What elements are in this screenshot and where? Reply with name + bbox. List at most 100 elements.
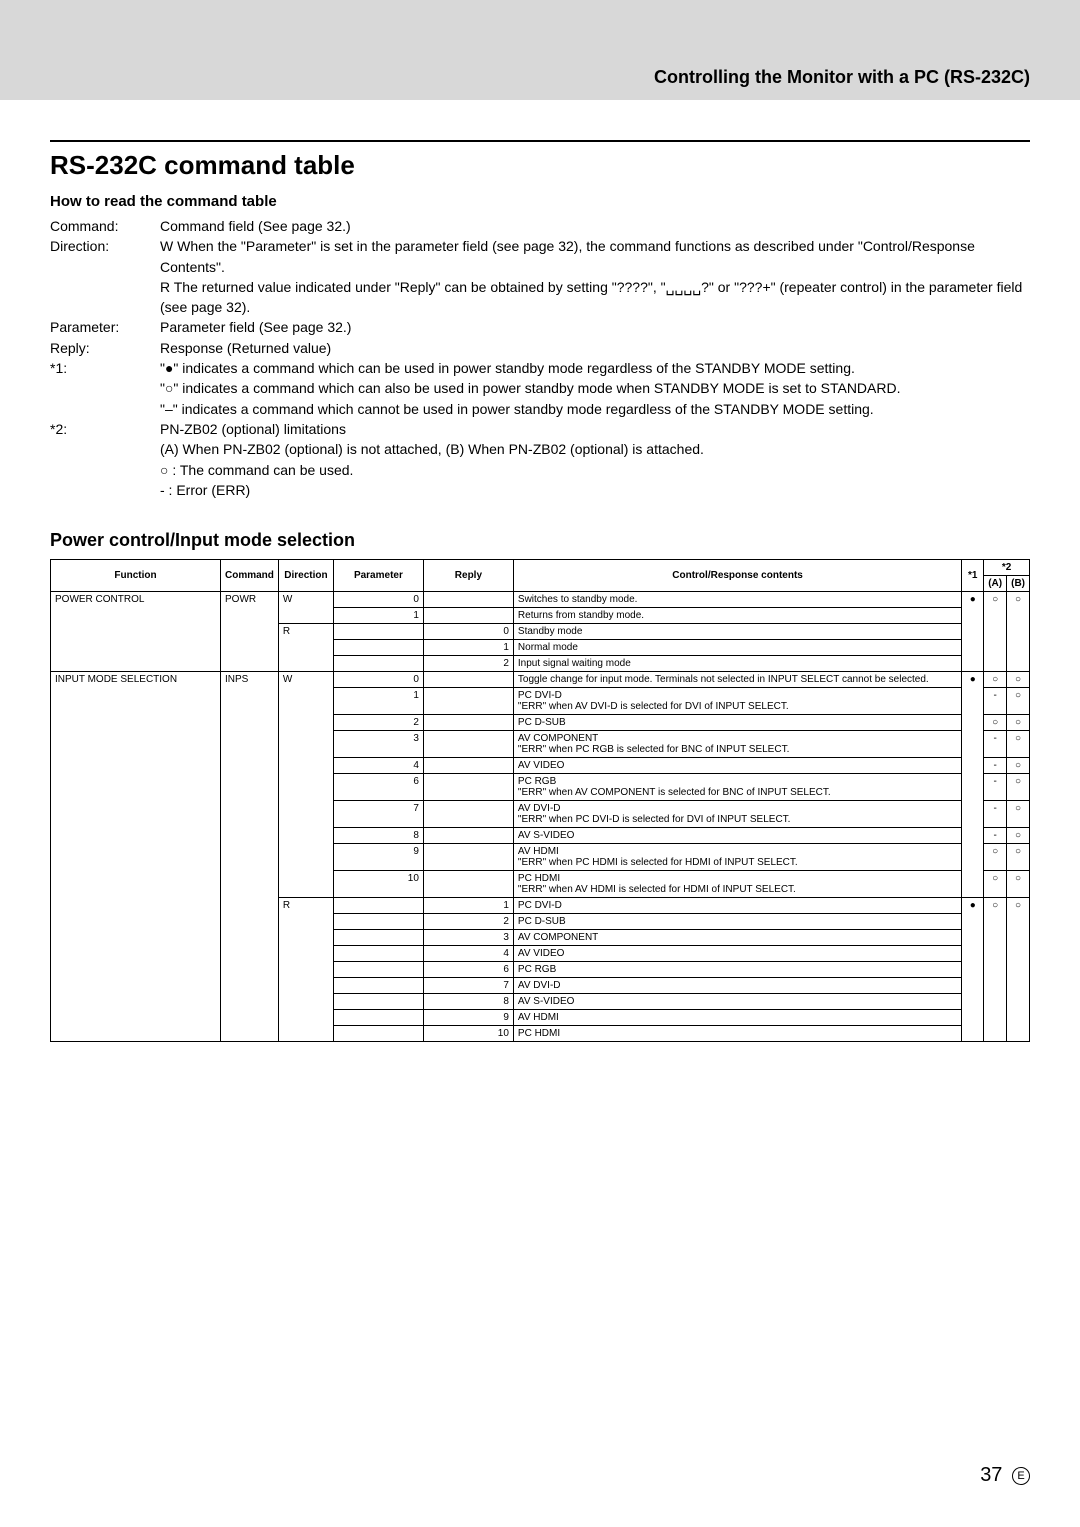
table-cell: - <box>984 758 1007 774</box>
table-cell: Switches to standby mode. <box>513 592 961 608</box>
table-cell <box>333 1026 423 1042</box>
command-table: Function Command Direction Parameter Rep… <box>50 559 1030 1042</box>
table-cell <box>333 914 423 930</box>
table-cell <box>423 608 513 624</box>
table-cell <box>423 715 513 731</box>
th-reply: Reply <box>423 560 513 592</box>
definition-label <box>50 277 160 318</box>
table-cell: - <box>984 828 1007 844</box>
definition-label: *1: <box>50 358 160 378</box>
table-cell: ○ <box>1007 828 1030 844</box>
table-cell: W <box>278 592 333 624</box>
definition-row: "–" indicates a command which cannot be … <box>50 399 1030 419</box>
table-cell: ○ <box>1007 592 1030 672</box>
table-cell: 1 <box>333 608 423 624</box>
table-cell: PC D-SUB <box>513 715 961 731</box>
definition-label: Command: <box>50 216 160 236</box>
table-cell <box>333 946 423 962</box>
table-cell: PC D-SUB <box>513 914 961 930</box>
table-cell <box>423 844 513 871</box>
table-cell: 6 <box>423 962 513 978</box>
table-cell: Input signal waiting mode <box>513 656 961 672</box>
table-cell: PC RGB"ERR" when AV COMPONENT is selecte… <box>513 774 961 801</box>
table-cell: ○ <box>984 715 1007 731</box>
howto-heading: How to read the command table <box>50 193 1030 210</box>
definition-row: Reply:Response (Returned value) <box>50 338 1030 358</box>
table-cell: PC HDMI"ERR" when AV HDMI is selected fo… <box>513 871 961 898</box>
th-command: Command <box>221 560 279 592</box>
th-a: (A) <box>984 576 1007 592</box>
table-cell: AV VIDEO <box>513 758 961 774</box>
table-cell <box>333 962 423 978</box>
table-cell: ● <box>962 898 984 1042</box>
table-cell: 3 <box>423 930 513 946</box>
definition-row: *1:"●" indicates a command which can be … <box>50 358 1030 378</box>
definition-value: "●" indicates a command which can be use… <box>160 358 1030 378</box>
table-cell: ○ <box>1007 672 1030 688</box>
definition-value: - : Error (ERR) <box>160 480 1030 500</box>
table-cell <box>423 731 513 758</box>
table-cell: PC HDMI <box>513 1026 961 1042</box>
table-cell: PC DVI-D <box>513 898 961 914</box>
table-cell: 7 <box>333 801 423 828</box>
table-cell: INPS <box>221 672 279 1042</box>
page-title: RS-232C command table <box>50 150 1030 181</box>
table-cell <box>333 930 423 946</box>
definitions-list: Command:Command field (See page 32.)Dire… <box>50 216 1030 500</box>
table-cell: 3 <box>333 731 423 758</box>
table-cell: ○ <box>984 592 1007 672</box>
table-cell: Normal mode <box>513 640 961 656</box>
table-cell: AV S-VIDEO <box>513 828 961 844</box>
definition-value: Response (Returned value) <box>160 338 1030 358</box>
table-cell: 2 <box>423 656 513 672</box>
table-cell: PC DVI-D"ERR" when AV DVI-D is selected … <box>513 688 961 715</box>
table-cell: Standby mode <box>513 624 961 640</box>
table-cell: ○ <box>984 898 1007 1042</box>
table-cell: POWER CONTROL <box>51 592 221 672</box>
table-cell: ○ <box>1007 871 1030 898</box>
table-cell: 1 <box>333 688 423 715</box>
table-cell: ○ <box>1007 898 1030 1042</box>
table-cell <box>333 978 423 994</box>
table-cell: 0 <box>423 624 513 640</box>
table-cell: 6 <box>333 774 423 801</box>
definition-value: Command field (See page 32.) <box>160 216 1030 236</box>
table-cell: - <box>984 774 1007 801</box>
definition-row: Command:Command field (See page 32.) <box>50 216 1030 236</box>
table-cell <box>333 624 423 640</box>
th-parameter: Parameter <box>333 560 423 592</box>
table-cell: - <box>984 731 1007 758</box>
definition-label <box>50 378 160 398</box>
definition-row: *2:PN-ZB02 (optional) limitations <box>50 419 1030 439</box>
table-cell: ○ <box>1007 758 1030 774</box>
definition-value: PN-ZB02 (optional) limitations <box>160 419 1030 439</box>
table-cell: 1 <box>423 898 513 914</box>
definition-label: Direction: <box>50 236 160 277</box>
table-cell: AV HDMI"ERR" when PC HDMI is selected fo… <box>513 844 961 871</box>
section-rule <box>50 140 1030 142</box>
table-cell: 1 <box>423 640 513 656</box>
th-contents: Control/Response contents <box>513 560 961 592</box>
table-cell: PC RGB <box>513 962 961 978</box>
table-cell: 8 <box>423 994 513 1010</box>
table-cell: 10 <box>333 871 423 898</box>
table-cell: 7 <box>423 978 513 994</box>
definition-label: Parameter: <box>50 317 160 337</box>
definition-value: R The returned value indicated under "Re… <box>160 277 1030 318</box>
table-cell: ○ <box>984 672 1007 688</box>
th-function: Function <box>51 560 221 592</box>
table-cell: 0 <box>333 672 423 688</box>
table-cell <box>423 672 513 688</box>
definition-label <box>50 480 160 500</box>
table-cell: 4 <box>423 946 513 962</box>
table-cell: 10 <box>423 1026 513 1042</box>
definition-row: Parameter:Parameter field (See page 32.) <box>50 317 1030 337</box>
definition-label <box>50 460 160 480</box>
th-direction: Direction <box>278 560 333 592</box>
definition-value: (A) When PN-ZB02 (optional) is not attac… <box>160 439 1030 459</box>
table-cell: ○ <box>1007 774 1030 801</box>
definition-value: "–" indicates a command which cannot be … <box>160 399 1030 419</box>
table-cell <box>333 994 423 1010</box>
table-cell <box>333 898 423 914</box>
table-cell: - <box>984 801 1007 828</box>
